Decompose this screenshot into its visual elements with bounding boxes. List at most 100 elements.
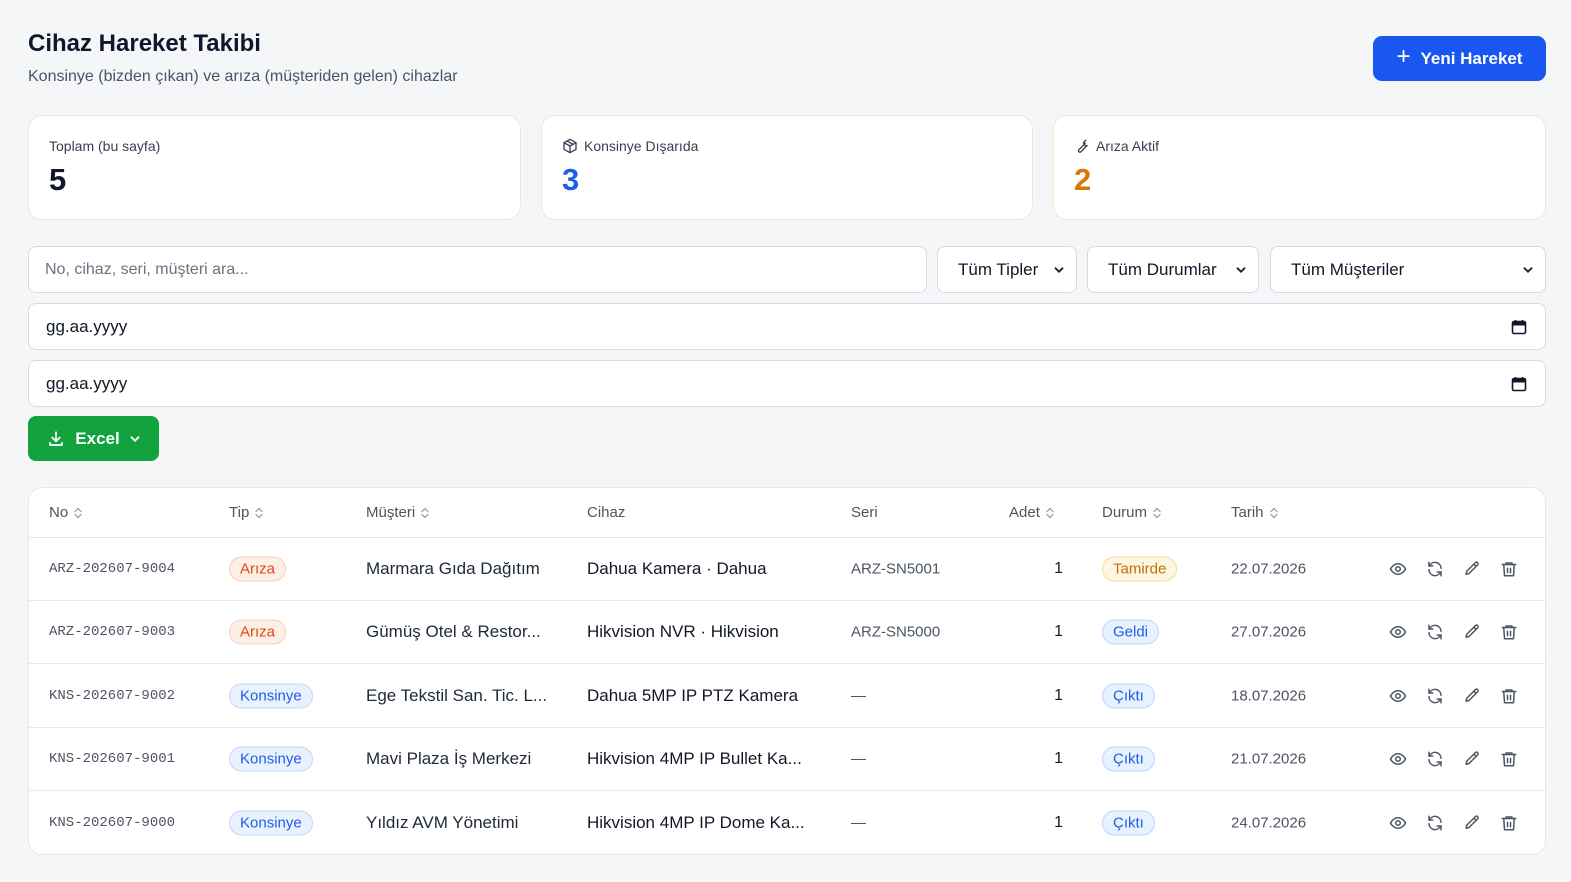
row-no: ARZ-202607-9003 <box>49 624 176 641</box>
status-badge: Geldi <box>1102 619 1160 645</box>
date-from-input[interactable]: gg.aa.yyyy <box>28 303 1546 350</box>
type-badge: Konsinye <box>229 683 313 709</box>
date-to-input[interactable]: gg.aa.yyyy <box>28 360 1546 407</box>
row-durum: Geldi <box>1102 619 1160 645</box>
type-badge: Arıza <box>229 556 287 582</box>
row-musteri: Marmara Gıda Dağıtım <box>366 559 540 578</box>
row-no: KNS-202607-9001 <box>49 751 176 768</box>
view-icon[interactable] <box>1388 622 1408 642</box>
row-tip: Konsinye <box>229 810 313 836</box>
edit-icon[interactable] <box>1462 559 1482 579</box>
row-no: ARZ-202607-9004 <box>49 561 176 577</box>
customer-select-value: Tüm Müşteriler <box>1291 259 1405 279</box>
col-durum[interactable]: Durum <box>1102 504 1161 521</box>
row-actions <box>1388 686 1519 706</box>
plus-icon: + <box>1396 43 1411 70</box>
customer-select[interactable]: Tüm Müşteriler <box>1270 246 1546 293</box>
refresh-icon[interactable] <box>1425 622 1445 642</box>
trash-icon[interactable] <box>1499 813 1519 833</box>
status-badge: Çıktı <box>1102 683 1155 709</box>
excel-export-button[interactable]: Excel <box>28 416 159 461</box>
refresh-icon[interactable] <box>1425 749 1445 769</box>
row-seri: ARZ-SN5001 <box>851 560 941 578</box>
row-adet: 1 <box>1054 750 1063 768</box>
edit-icon[interactable] <box>1462 749 1482 769</box>
page-subtitle: Konsinye (bizden çıkan) ve arıza (müşter… <box>28 68 458 85</box>
row-adet: 1 <box>1054 686 1063 704</box>
date-from-value: gg.aa.yyyy <box>46 316 128 336</box>
package-icon <box>562 138 578 154</box>
stat-konsinye-label-wrap: Konsinye Dışarıda <box>562 138 698 154</box>
sort-icon <box>74 507 82 518</box>
col-tarih[interactable]: Tarih <box>1231 504 1278 521</box>
col-adet[interactable]: Adet <box>1009 504 1054 521</box>
row-adet: 1 <box>1054 560 1063 577</box>
refresh-icon[interactable] <box>1425 686 1445 706</box>
sort-icon <box>1046 507 1054 518</box>
stat-card-ariza: Arıza Aktif 2 <box>1053 115 1546 220</box>
edit-icon[interactable] <box>1462 686 1482 706</box>
col-tip[interactable]: Tip <box>229 504 263 521</box>
new-movement-label: Yeni Hareket <box>1420 48 1523 68</box>
status-badge: Tamirde <box>1102 556 1178 582</box>
calendar-icon[interactable] <box>1511 376 1527 392</box>
row-cihaz: Hikvision 4MP IP Dome Ka... <box>587 813 805 833</box>
row-no: KNS-202607-9002 <box>49 687 176 704</box>
edit-icon[interactable] <box>1462 622 1482 642</box>
row-actions <box>1388 813 1519 833</box>
status-select[interactable]: Tüm Durumlar <box>1087 246 1259 293</box>
row-cihaz: Dahua 5MP IP PTZ Kamera <box>587 685 799 705</box>
view-icon[interactable] <box>1388 559 1408 579</box>
trash-icon[interactable] <box>1499 686 1519 706</box>
search-input[interactable] <box>28 246 927 293</box>
row-durum: Tamirde <box>1102 556 1178 582</box>
type-select-value: Tüm Tipler <box>958 259 1039 279</box>
page-title: Cihaz Hareket Takibi <box>28 30 261 57</box>
download-icon <box>49 430 64 446</box>
type-badge: Konsinye <box>229 746 313 772</box>
row-tip: Arıza <box>229 619 287 645</box>
stat-card-total: Toplam (bu sayfa) 5 <box>28 115 521 220</box>
col-musteri[interactable]: Müşteri <box>366 504 429 521</box>
row-musteri: Yıldız AVM Yönetimi <box>366 813 519 833</box>
type-select[interactable]: Tüm Tipler <box>937 246 1077 293</box>
row-tarih: 24.07.2026 <box>1231 814 1307 832</box>
calendar-icon[interactable] <box>1511 319 1527 335</box>
sort-icon <box>1269 507 1278 518</box>
view-icon[interactable] <box>1388 686 1408 706</box>
table-row: KNS-202607-9000 Konsinye Yıldız AVM Yöneti… <box>29 792 1545 854</box>
row-cihaz: Hikvision 4MP IP Bullet Ka... <box>587 749 802 769</box>
row-durum: Çıktı <box>1102 683 1155 709</box>
row-adet: 1 <box>1054 623 1063 641</box>
refresh-icon[interactable] <box>1425 813 1445 833</box>
view-icon[interactable] <box>1388 813 1408 833</box>
status-select-value: Tüm Durumlar <box>1108 259 1217 279</box>
stat-total-value: 5 <box>49 162 67 197</box>
row-seri: — <box>851 687 866 705</box>
trash-icon[interactable] <box>1499 749 1519 769</box>
stat-total-label: Toplam (bu sayfa) <box>49 138 161 154</box>
chevron-down-icon <box>130 435 140 442</box>
chevron-down-icon <box>1236 266 1246 273</box>
stat-konsinye-label: Konsinye Dışarıda <box>584 138 699 154</box>
trash-icon[interactable] <box>1499 559 1519 579</box>
stat-card-konsinye: Konsinye Dışarıda 3 <box>541 115 1033 220</box>
col-no[interactable]: No <box>49 504 82 521</box>
row-tarih: 22.07.2026 <box>1231 560 1307 578</box>
status-badge: Çıktı <box>1102 810 1155 836</box>
row-tip: Konsinye <box>229 683 313 709</box>
row-tip: Konsinye <box>229 746 313 772</box>
row-durum: Çıktı <box>1102 746 1155 772</box>
stat-ariza-label: Arıza Aktif <box>1096 138 1160 154</box>
edit-icon[interactable] <box>1462 813 1482 833</box>
excel-label: Excel <box>75 428 120 448</box>
refresh-icon[interactable] <box>1425 559 1445 579</box>
table-row: ARZ-202607-9003 Arıza Gümüş Otel & Restor.… <box>29 601 1545 665</box>
new-movement-button[interactable]: + Yeni Hareket <box>1373 36 1546 81</box>
view-icon[interactable] <box>1388 749 1408 769</box>
row-seri: ARZ-SN5000 <box>851 623 941 641</box>
trash-icon[interactable] <box>1499 622 1519 642</box>
table-row: KNS-202607-9001 Konsinye Mavi Plaza İş Mer… <box>29 728 1545 792</box>
stat-konsinye-value: 3 <box>562 162 580 197</box>
table-row: KNS-202607-9002 Konsinye Ege Tekstil San. … <box>29 665 1545 728</box>
